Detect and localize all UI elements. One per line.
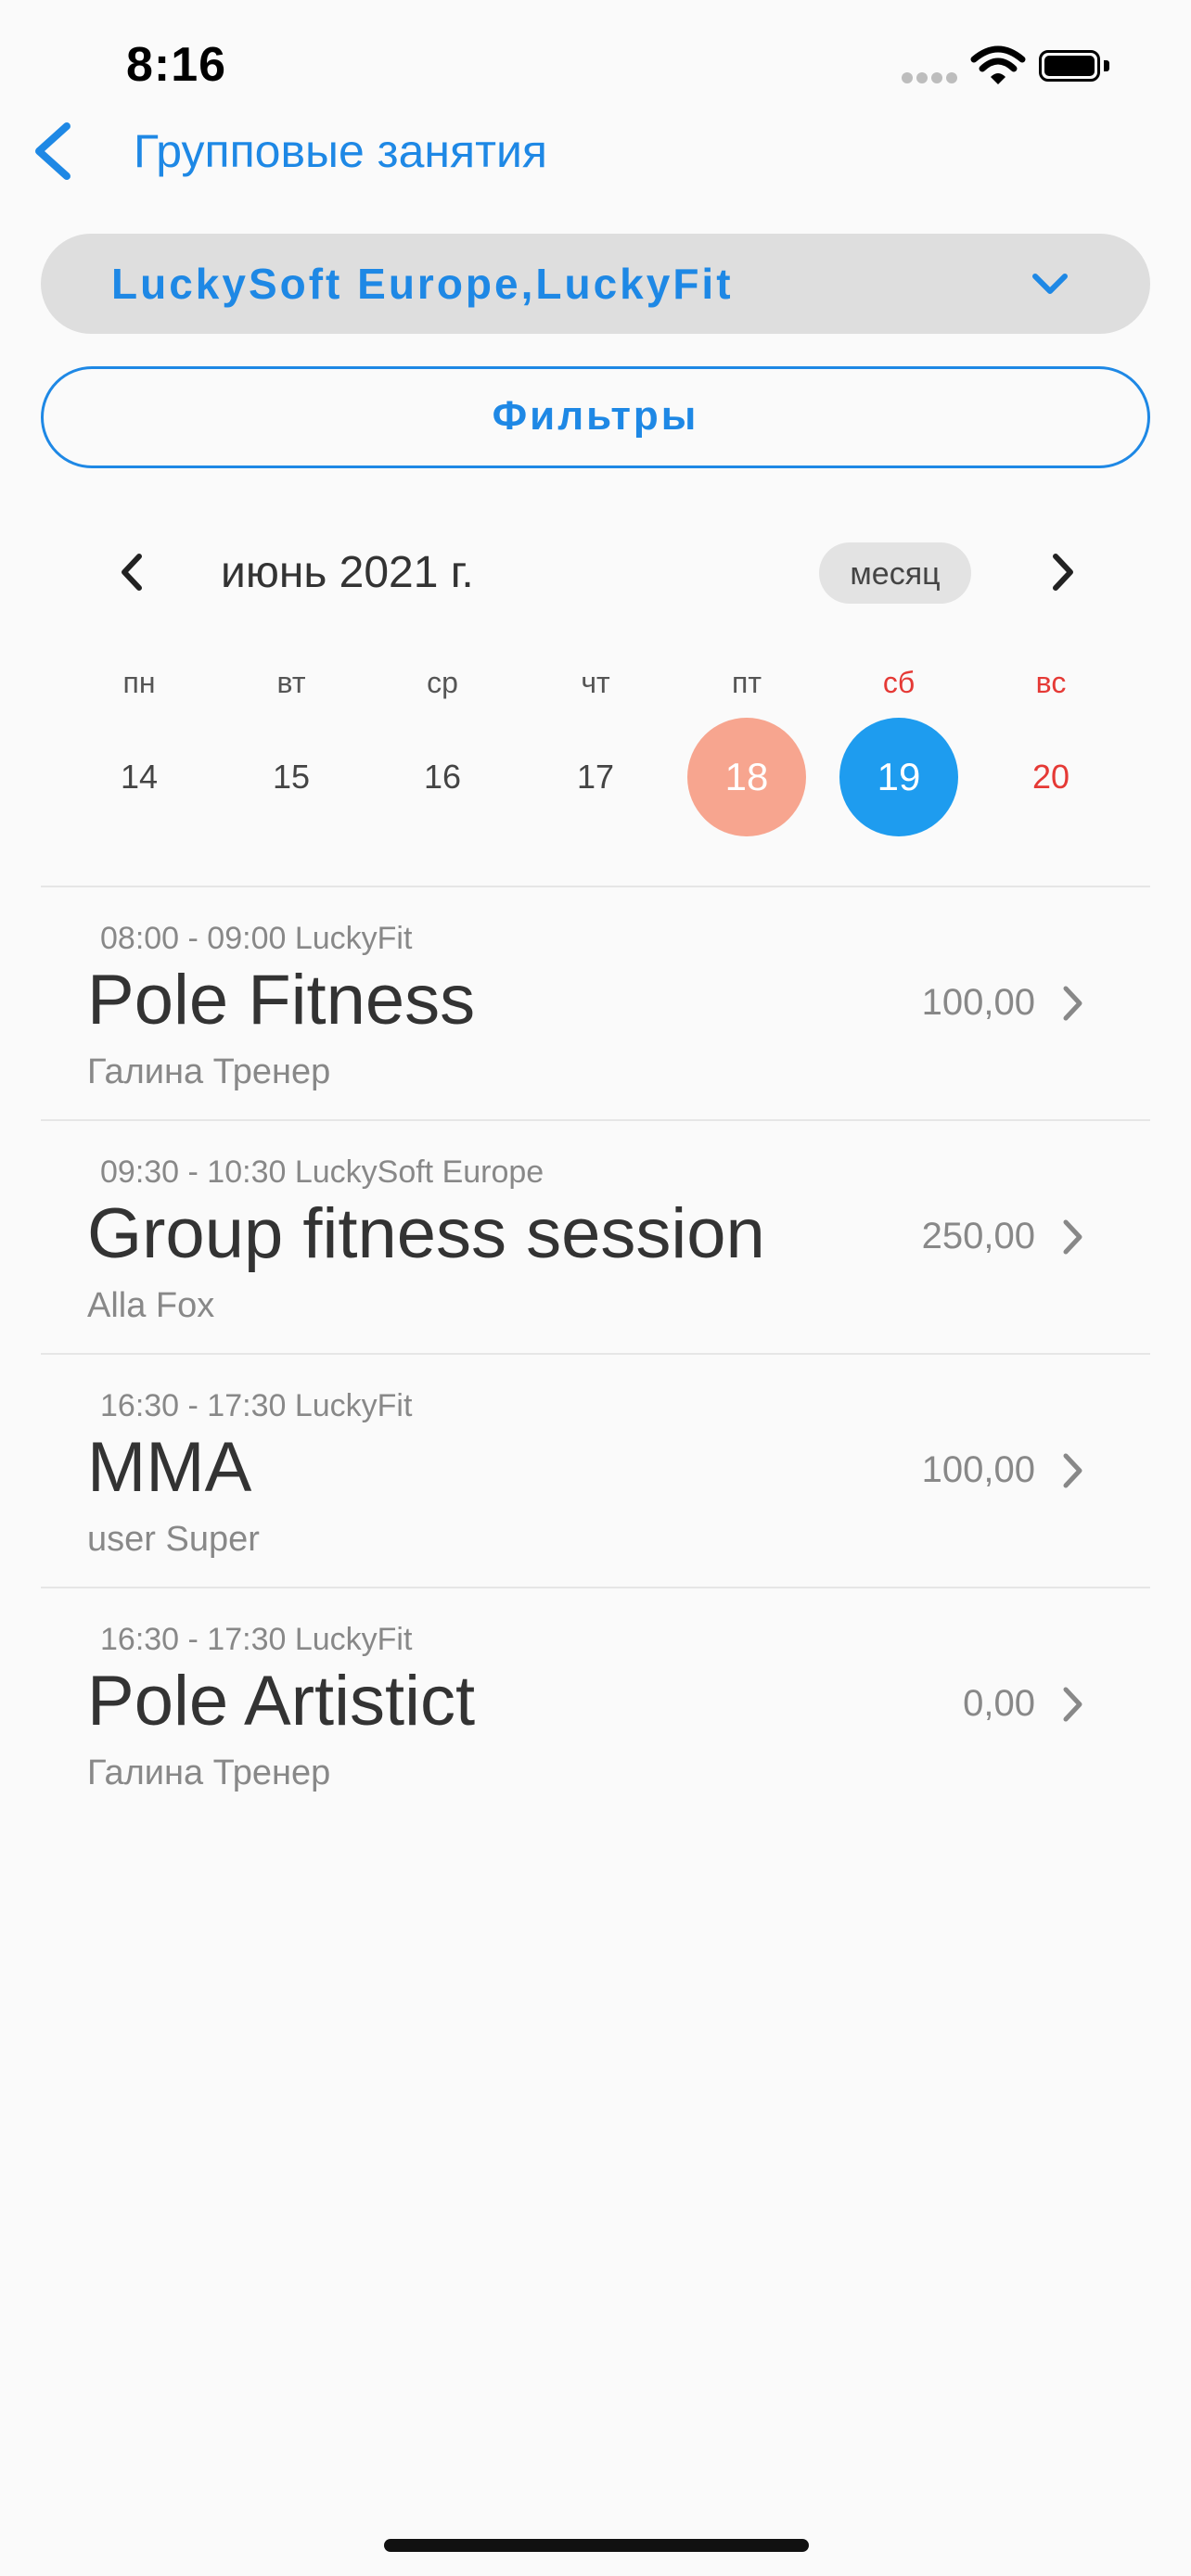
club-selector-value: LuckySoft Europe,LuckyFit [111,260,734,308]
session-list-item[interactable]: 08:00 - 09:00 LuckyFit Pole Fitness Гали… [41,887,1150,1119]
session-name: Group fitness session [87,1194,765,1273]
club-selector-dropdown[interactable]: LuckySoft Europe,LuckyFit [41,234,1150,334]
home-indicator[interactable] [384,2539,809,2552]
session-list-item[interactable]: 09:30 - 10:30 LuckySoft Europe Group fit… [41,1121,1150,1353]
session-trainer: user Super [87,1520,260,1559]
weekday-label: вт [276,666,306,699]
chevron-right-icon [1063,986,1082,1021]
chevron-down-icon [1032,274,1068,294]
weekday-label: пн [122,666,156,699]
calendar-month-label: июнь 2021 г. [221,548,474,597]
calendar-day-selected[interactable]: 19 [839,718,958,836]
session-list-item[interactable]: 16:30 - 17:30 LuckyFit Pole Artistict Га… [41,1588,1150,1820]
wifi-icon [970,45,1026,85]
session-time-location: 16:30 - 17:30 LuckyFit [100,1622,413,1657]
chevron-right-icon [1063,1687,1082,1722]
weekday-label: пт [732,666,762,699]
calendar-view-mode-label: месяц [850,556,941,592]
cellular-signal-icon [902,72,957,85]
session-price: 250,00 [921,1216,1035,1256]
calendar-view-mode-toggle[interactable]: месяц [819,542,971,604]
session-time-location: 16:30 - 17:30 LuckyFit [100,1388,413,1423]
session-time-location: 08:00 - 09:00 LuckyFit [100,921,413,956]
chevron-left-icon [122,554,142,591]
weekday-label: ср [427,666,458,699]
chevron-right-icon [1063,1219,1082,1255]
chevron-left-icon [35,122,70,180]
previous-month-button[interactable] [111,549,154,595]
chevron-right-icon [1063,1453,1082,1488]
calendar-day-today[interactable]: 18 [687,718,806,836]
session-name: MMA [87,1428,252,1507]
calendar-day[interactable]: 14 [80,718,198,836]
session-price: 100,00 [921,982,1035,1023]
calendar-day[interactable]: 17 [536,718,655,836]
filters-button-label: Фильтры [492,393,699,439]
page-title: Групповые занятия [134,125,547,177]
session-price: 0,00 [963,1683,1035,1724]
calendar-day[interactable]: 15 [232,718,351,836]
session-trainer: Галина Тренер [87,1052,331,1091]
session-price: 100,00 [921,1449,1035,1490]
filters-button[interactable]: Фильтры [41,366,1150,468]
back-button[interactable] [26,119,82,184]
weekday-label-weekend: вс [1035,666,1067,699]
calendar-day[interactable]: 16 [383,718,502,836]
weekday-label: чт [581,666,610,699]
next-month-button[interactable] [1041,549,1083,595]
session-trainer: Alla Fox [87,1286,215,1325]
session-name: Pole Artistict [87,1662,476,1741]
session-time-location: 09:30 - 10:30 LuckySoft Europe [100,1154,544,1190]
calendar-day-weekend[interactable]: 20 [992,718,1110,836]
session-list-item[interactable]: 16:30 - 17:30 LuckyFit MMA user Super 10… [41,1355,1150,1587]
battery-icon [1039,50,1111,83]
session-name: Pole Fitness [87,961,476,1039]
chevron-right-icon [1053,554,1073,591]
session-trainer: Галина Тренер [87,1753,331,1792]
weekday-label-weekend: сб [882,666,916,699]
status-time: 8:16 [126,38,227,92]
